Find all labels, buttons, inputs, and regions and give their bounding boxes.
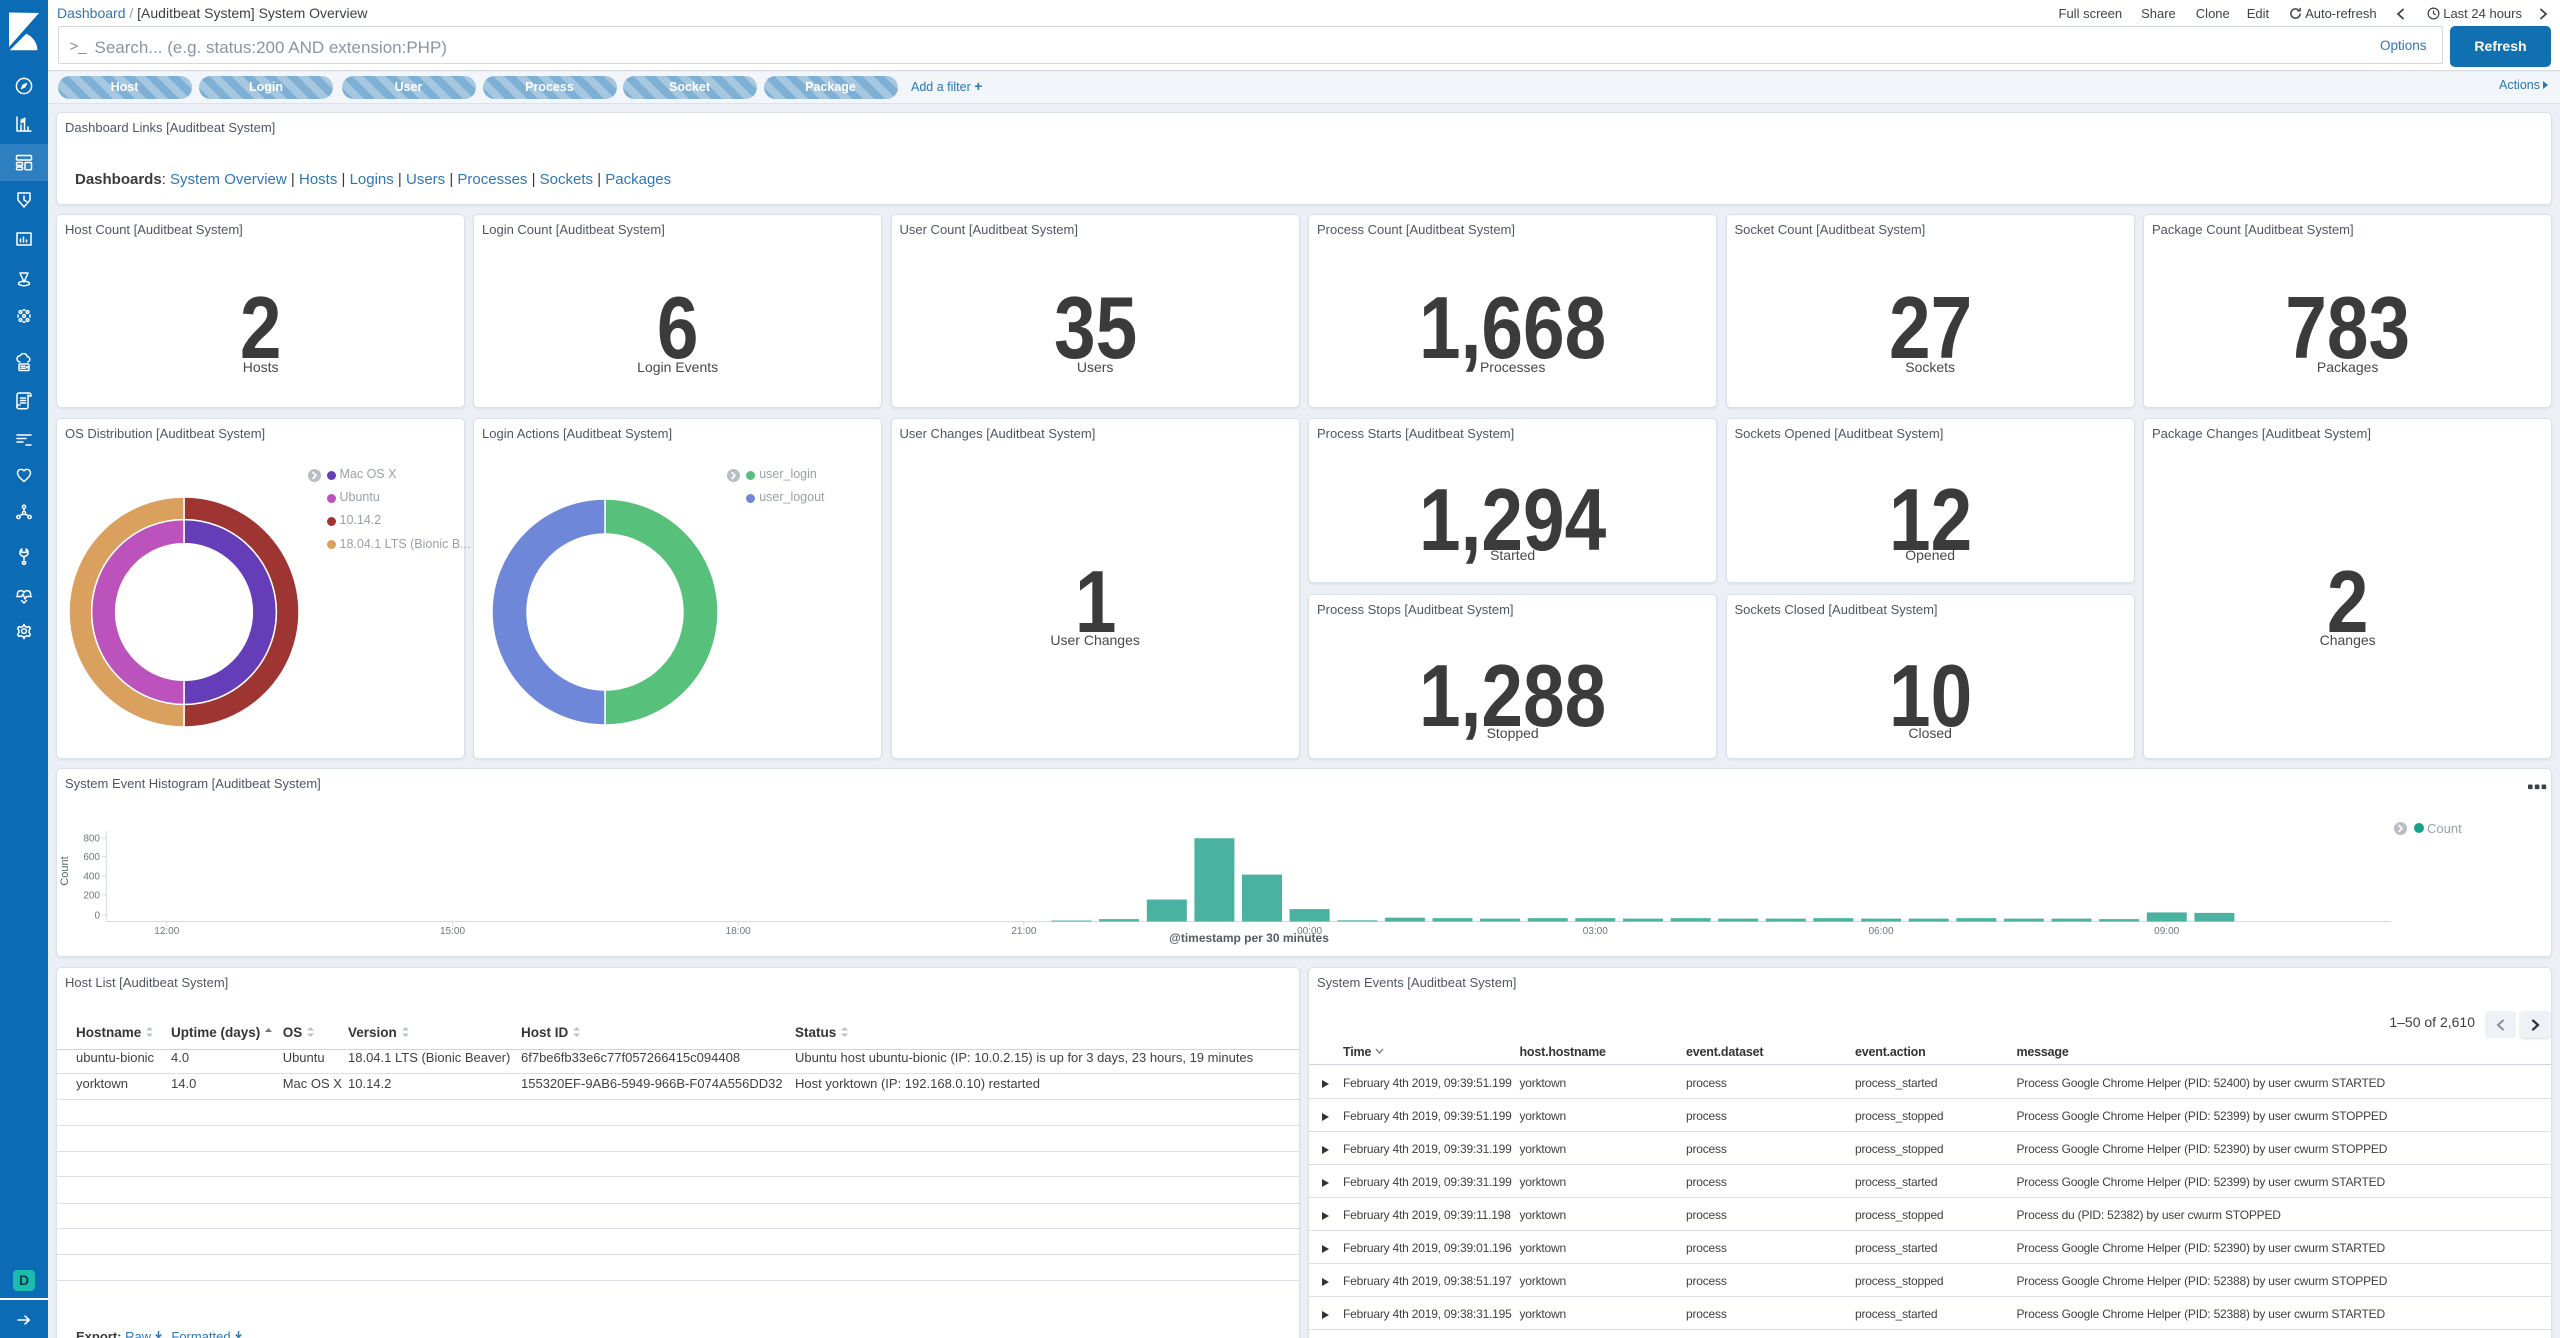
svg-text:400: 400 [83, 871, 100, 882]
svg-text:Count: Count [59, 856, 71, 885]
svg-text:18:00: 18:00 [726, 926, 751, 937]
svg-text:0: 0 [94, 911, 100, 922]
svg-text:21:00: 21:00 [1011, 926, 1036, 937]
svg-text:200: 200 [83, 890, 100, 901]
svg-text:03:00: 03:00 [1583, 926, 1608, 937]
svg-text:800: 800 [83, 834, 100, 845]
svg-text:06:00: 06:00 [1868, 926, 1893, 937]
svg-text:15:00: 15:00 [440, 926, 465, 937]
svg-text:600: 600 [83, 852, 100, 863]
svg-text:@timestamp per 30 minutes: @timestamp per 30 minutes [1169, 931, 1329, 945]
svg-text:12:00: 12:00 [154, 926, 179, 937]
svg-text:09:00: 09:00 [2154, 926, 2179, 937]
